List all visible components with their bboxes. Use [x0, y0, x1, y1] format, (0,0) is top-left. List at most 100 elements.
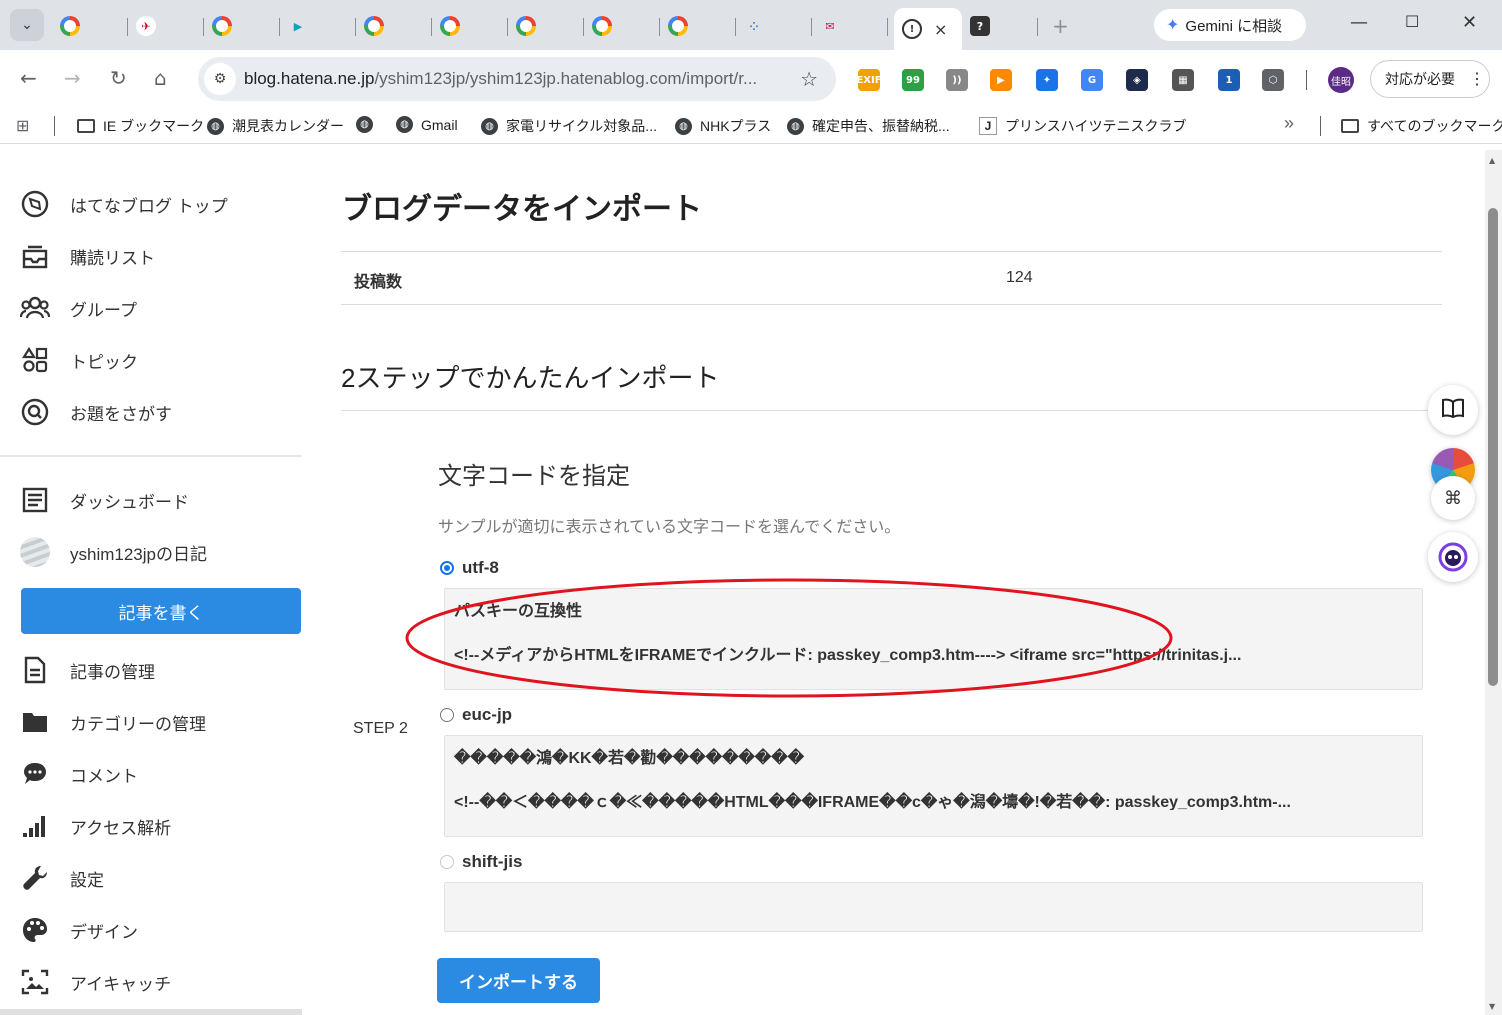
sidebar-item-label: アイキャッチ — [70, 974, 172, 994]
sidebar-item-blog[interactable]: yshim123jpの日記 — [20, 532, 207, 572]
new-tab-button[interactable]: + — [1052, 14, 1069, 38]
sidebar-item-settings[interactable]: 設定 — [20, 858, 104, 898]
apps-widget-button[interactable]: ⌘ — [1431, 476, 1475, 520]
main-content: ブログデータをインポート 投稿数 124 2ステップでかんたんインポート STE… — [320, 150, 1485, 1015]
address-bar[interactable]: ⚙ blog.hatena.ne.jp/yshim123jp/yshim123j… — [198, 57, 836, 101]
active-browser-tab[interactable]: ! × — [894, 8, 962, 50]
radio-eucjp[interactable] — [440, 708, 454, 722]
back-icon[interactable]: ← — [20, 66, 37, 90]
forward-icon[interactable]: → — [64, 66, 81, 90]
sidebar-divider — [0, 455, 302, 457]
action-required-label: 対応が必要 — [1385, 71, 1455, 87]
gamepad-icon[interactable]: ✦ — [1036, 69, 1058, 91]
sidebar-item-find-themes[interactable]: お題をさがす — [20, 392, 172, 432]
bookmark-tennis[interactable]: J プリンスハイツテニスクラブ — [979, 116, 1186, 136]
browser-tab[interactable] — [660, 8, 736, 44]
bookmark-star-icon[interactable]: ☆ — [800, 67, 818, 91]
assistant-widget-button[interactable] — [1428, 532, 1478, 582]
airline-icon: ✈ — [136, 16, 156, 36]
bookmark-gmail[interactable]: ◍ Gmail — [396, 116, 458, 133]
browser-tab[interactable]: ✉ — [812, 8, 888, 44]
sidebar-item-groups[interactable]: グループ — [20, 288, 137, 328]
google-icon — [516, 16, 536, 36]
sidebar-item-categories[interactable]: カテゴリーの管理 — [20, 702, 206, 742]
tab-strip: ⌄ ✈ ▶ ⁘ ✉ ! × ? + ✦ Gemini に相談 — ☐ ✕ — [0, 0, 1502, 50]
tab-list: ✈ ▶ ⁘ ✉ ! × ? — [52, 8, 1038, 50]
browser-tab[interactable] — [356, 8, 432, 44]
site-settings-icon[interactable]: ⚙ — [204, 63, 236, 95]
sidebar-item-dashboard[interactable]: ダッシュボード — [20, 480, 189, 520]
write-article-button[interactable]: 記事を書く — [21, 588, 301, 634]
home-icon[interactable]: ⌂ — [154, 66, 167, 90]
browser-tab[interactable]: ? — [962, 8, 1038, 44]
google-icon — [212, 16, 232, 36]
rss-icon[interactable]: )) — [946, 69, 968, 91]
mail-icon: ✉ — [825, 19, 835, 33]
section-subtitle: 2ステップでかんたんインポート — [341, 363, 720, 393]
scroll-down-icon[interactable]: ▼ — [1489, 1002, 1495, 1011]
browser-tab[interactable] — [432, 8, 508, 44]
bookmark-recycle[interactable]: ◍ 家電リサイクル対象品... — [481, 116, 657, 136]
scroll-up-icon[interactable]: ▲ — [1489, 156, 1495, 165]
encoding-option-eucjp[interactable]: euc-jp — [440, 705, 512, 725]
puzzle-icon[interactable]: ⬡ — [1262, 69, 1284, 91]
browser-tab[interactable]: ⁘ — [736, 8, 812, 44]
globe-icon: ◍ — [356, 116, 373, 133]
radio-shiftjis[interactable] — [440, 855, 454, 869]
browser-tab[interactable] — [52, 8, 128, 44]
bookmarks-overflow-button[interactable]: » — [1284, 113, 1294, 134]
minimize-icon[interactable]: — — [1350, 12, 1368, 33]
apps-grid-icon[interactable]: ⊞ — [16, 116, 29, 136]
exif-icon[interactable]: EXIF — [856, 69, 882, 91]
bar-chart-icon — [20, 811, 50, 841]
compass-icon[interactable]: ◈ — [1126, 69, 1148, 91]
sidebar-item-manage-articles[interactable]: 記事の管理 — [20, 650, 155, 690]
browser-tab[interactable]: ▶ — [280, 8, 356, 44]
sidebar-item-topics[interactable]: トピック — [20, 340, 138, 380]
badge-ext-icon[interactable]: 1 — [1218, 69, 1240, 91]
quote-icon[interactable]: 99 — [902, 69, 924, 91]
page-scrollbar[interactable]: ▲ ▼ — [1485, 150, 1502, 1015]
browser-tab[interactable] — [204, 8, 280, 44]
divider — [341, 410, 1442, 411]
sidebar-item-design[interactable]: デザイン — [20, 910, 138, 950]
close-icon[interactable]: × — [934, 20, 947, 39]
bookmark-label: 家電リサイクル対象品... — [506, 118, 657, 134]
sidebar-item-eyecatch[interactable]: アイキャッチ — [20, 962, 171, 1002]
bookmark-divider — [54, 116, 55, 136]
reload-icon[interactable]: ↻ — [110, 66, 127, 90]
tab-search-button[interactable]: ⌄ — [10, 9, 44, 41]
reader-mode-button[interactable] — [1428, 385, 1478, 435]
browser-tab[interactable] — [584, 8, 660, 44]
profile-avatar[interactable]: 佳昭 — [1328, 67, 1354, 93]
help-icon: ? — [970, 16, 990, 36]
browser-tab[interactable]: ✈ — [128, 8, 204, 44]
sidebar-item-analytics[interactable]: アクセス解析 — [20, 806, 171, 846]
sidebar-item-subscriptions[interactable]: 購読リスト — [20, 236, 155, 276]
gemini-button[interactable]: ✦ Gemini に相談 — [1154, 9, 1306, 41]
all-bookmarks[interactable]: すべてのブックマーク — [1341, 116, 1502, 136]
sidebar-item-label: グループ — [70, 300, 137, 320]
close-window-icon[interactable]: ✕ — [1462, 12, 1477, 33]
sidebar-item-hatena-top[interactable]: はてなブログ トップ — [20, 184, 228, 224]
bookmark-ie[interactable]: IE ブックマーク — [77, 116, 204, 136]
sidebar-item-comments[interactable]: コメント — [20, 754, 138, 794]
dots-icon: ⁘ — [749, 19, 759, 33]
radio-utf8[interactable] — [440, 561, 454, 575]
bookmark-tide[interactable]: ◍ 潮見表カレンダー — [207, 116, 344, 136]
encoding-option-shiftjis[interactable]: shift-jis — [440, 852, 522, 872]
bookmark-tax[interactable]: ◍ 確定申告、振替納税... — [787, 116, 950, 136]
bookmark-blank[interactable]: ◍ — [356, 116, 381, 133]
wrench-icon — [20, 863, 50, 893]
play-icon[interactable]: ▶ — [990, 69, 1012, 91]
maximize-icon[interactable]: ☐ — [1405, 12, 1419, 31]
post-count-label: 投稿数 — [354, 274, 403, 291]
qr-icon[interactable]: ▦ — [1172, 69, 1194, 91]
browser-tab[interactable] — [508, 8, 584, 44]
import-button[interactable]: インポートする — [437, 958, 600, 1003]
translate-icon[interactable]: G — [1081, 69, 1103, 91]
action-required-button[interactable]: 対応が必要 ⋮ — [1370, 60, 1490, 98]
bookmark-nhk[interactable]: ◍ NHKプラス — [675, 116, 771, 136]
encoding-option-utf8[interactable]: utf-8 — [440, 558, 499, 578]
scrollbar-thumb[interactable] — [1488, 208, 1498, 686]
